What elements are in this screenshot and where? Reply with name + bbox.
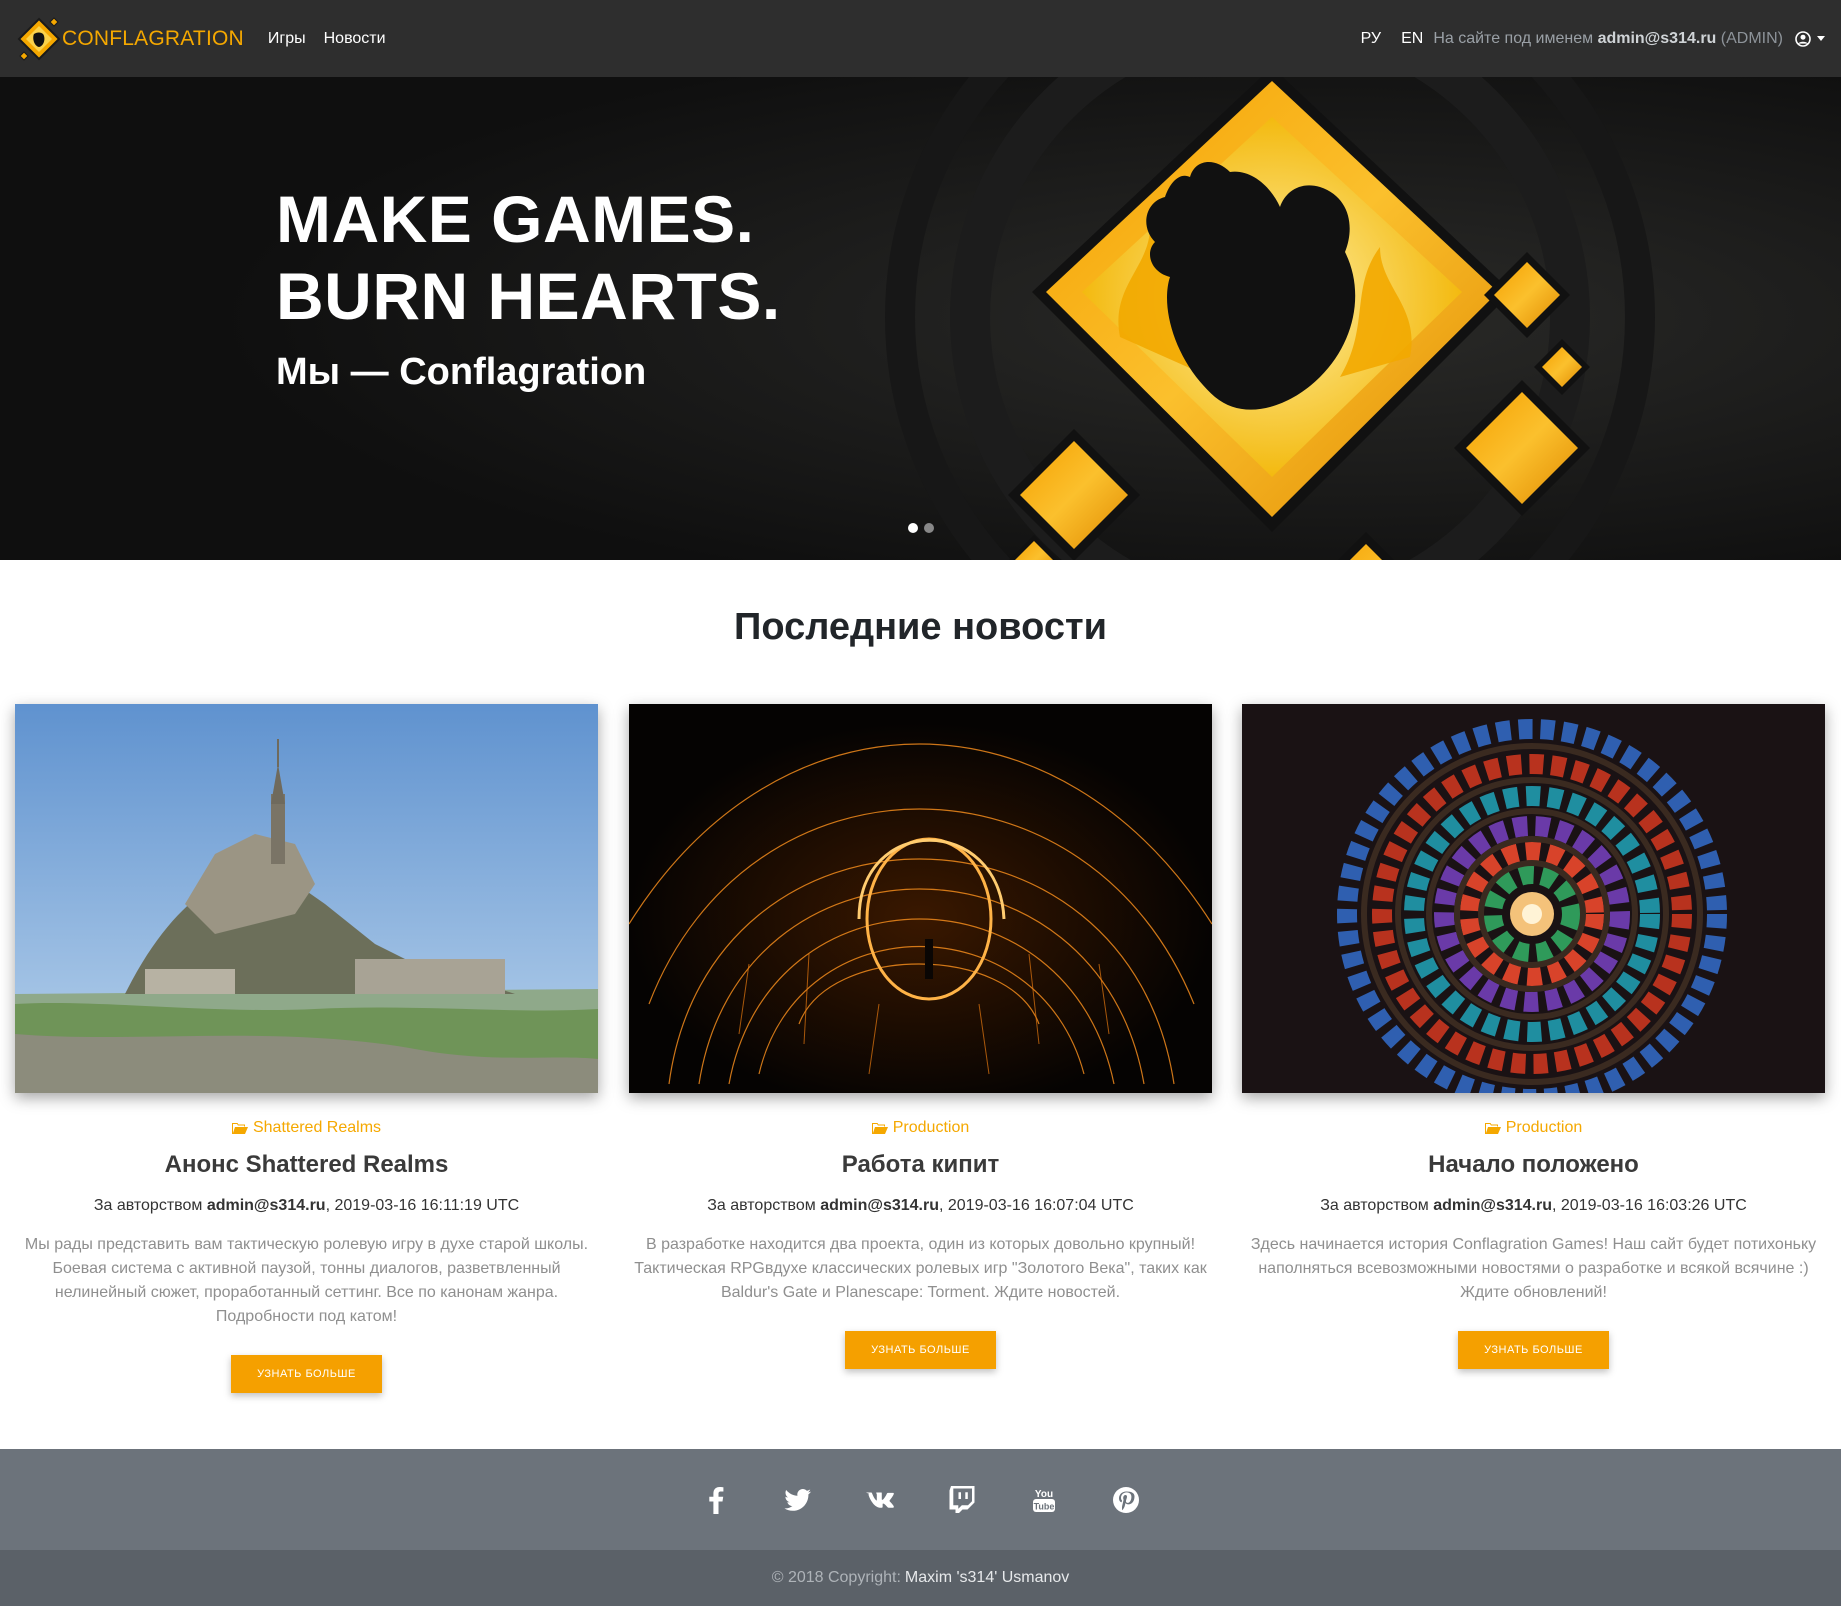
news-card-image-stained-glass[interactable] [1242, 704, 1825, 1093]
footer-copyright: © 2018 Copyright: Maxim 's314' Usmanov [0, 1550, 1841, 1606]
brand-link[interactable]: CONFLAGRATION [16, 14, 244, 64]
news-date: , 2019-03-16 16:07:04 UTC [938, 1197, 1134, 1214]
carousel-indicators [908, 523, 940, 533]
vk-icon[interactable] [865, 1485, 895, 1515]
byline-prefix: За авторством [707, 1197, 816, 1214]
nav-link-games[interactable]: Игры [268, 30, 306, 48]
folder-open-icon [871, 1122, 888, 1134]
copyright-author-link[interactable]: Maxim 's314' Usmanov [905, 1569, 1069, 1587]
user-menu-toggle[interactable] [1795, 30, 1825, 47]
steel-wool-sparks-image [629, 704, 1212, 1093]
news-byline: За авторством admin@s314.ru, 2019-03-16 … [1242, 1197, 1825, 1215]
hero-headline-line-2: BURN HEARTS. [276, 259, 781, 333]
lang-en-link[interactable]: EN [1401, 30, 1423, 48]
stained-glass-spiral-image [1242, 704, 1825, 1093]
copyright-text: © 2018 Copyright: [771, 1569, 901, 1586]
folder-open-icon [1484, 1122, 1501, 1134]
news-author: admin@s314.ru [1433, 1197, 1552, 1214]
folder-open-icon [231, 1122, 248, 1134]
user-circle-icon [1795, 30, 1811, 47]
byline-prefix: За авторством [1320, 1197, 1429, 1214]
read-more-button[interactable]: УЗНАТЬ БОЛЬШЕ [845, 1331, 996, 1369]
logged-in-user-text: На сайте под именем admin@s314.ru (ADMIN… [1433, 30, 1783, 48]
hero-carousel: MAKE GAMES. BURN HEARTS. Мы — Conflagrat… [0, 77, 1841, 560]
news-title[interactable]: Начало положено [1242, 1151, 1825, 1179]
top-navbar: CONFLAGRATION Игры Новости РУ EN На сайт… [0, 0, 1841, 77]
lang-ru-link[interactable]: РУ [1361, 30, 1381, 48]
twitch-icon[interactable] [947, 1485, 977, 1515]
news-date: , 2019-03-16 16:03:26 UTC [1551, 1197, 1747, 1214]
news-card: Production Работа кипит За авторством ad… [629, 704, 1212, 1369]
hero-headline-line-1: MAKE GAMES. [276, 182, 755, 256]
news-card: Shattered Realms Анонс Shattered Realms … [15, 704, 598, 1393]
carousel-indicator-2[interactable] [924, 523, 934, 533]
news-title[interactable]: Анонс Shattered Realms [15, 1151, 598, 1179]
news-category-link[interactable]: Production [1242, 1119, 1825, 1137]
nav-link-news[interactable]: Новости [324, 30, 386, 48]
news-author: admin@s314.ru [820, 1197, 939, 1214]
user-prefix: На сайте под именем [1433, 29, 1594, 47]
news-category-label: Production [892, 1119, 970, 1136]
user-role: (ADMIN) [1720, 29, 1783, 47]
news-category-link[interactable]: Shattered Realms [15, 1119, 598, 1137]
section-title-latest-news: Последние новости [734, 606, 1107, 648]
castle-island-image [15, 704, 598, 1093]
chevron-down-icon [1817, 36, 1825, 41]
news-title[interactable]: Работа кипит [629, 1151, 1212, 1179]
read-more-button[interactable]: УЗНАТЬ БОЛЬШЕ [1458, 1331, 1609, 1369]
user-email: admin@s314.ru [1597, 29, 1717, 47]
news-excerpt: Мы рады представить вам тактическую роле… [24, 1236, 589, 1325]
news-card-image-castle[interactable] [15, 704, 598, 1093]
brand-name: CONFLAGRATION [62, 26, 244, 50]
news-date: , 2019-03-16 16:11:19 UTC [325, 1197, 520, 1214]
svg-text:You: You [1034, 1489, 1052, 1500]
news-byline: За авторством admin@s314.ru, 2019-03-16 … [629, 1197, 1212, 1215]
news-category-link[interactable]: Production [629, 1119, 1212, 1137]
news-card-image-sparks[interactable] [629, 704, 1212, 1093]
carousel-indicator-1[interactable] [908, 523, 918, 533]
byline-prefix: За авторством [93, 1197, 203, 1214]
youtube-icon[interactable]: You Tube [1029, 1485, 1059, 1515]
news-author: admin@s314.ru [206, 1197, 326, 1214]
news-byline: За авторством admin@s314.ru, 2019-03-16 … [15, 1197, 598, 1215]
news-excerpt: Здесь начинается история Conflagration G… [1250, 1236, 1817, 1301]
news-card: Production Начало положено За авторством… [1242, 704, 1825, 1369]
footer-social-bar: You Tube [0, 1449, 1841, 1550]
news-category-label: Shattered Realms [252, 1119, 382, 1136]
twitter-icon[interactable] [783, 1485, 813, 1515]
pinterest-icon[interactable] [1111, 1485, 1141, 1515]
svg-text:Tube: Tube [1033, 1501, 1054, 1511]
news-excerpt: В разработке находится два проекта, один… [634, 1236, 1207, 1301]
facebook-icon[interactable] [701, 1485, 731, 1515]
news-category-label: Production [1505, 1119, 1583, 1136]
read-more-button[interactable]: УЗНАТЬ БОЛЬШЕ [231, 1355, 382, 1393]
hero-subtitle: Мы — Conflagration [276, 351, 647, 393]
conflagration-logo-icon [17, 16, 61, 61]
